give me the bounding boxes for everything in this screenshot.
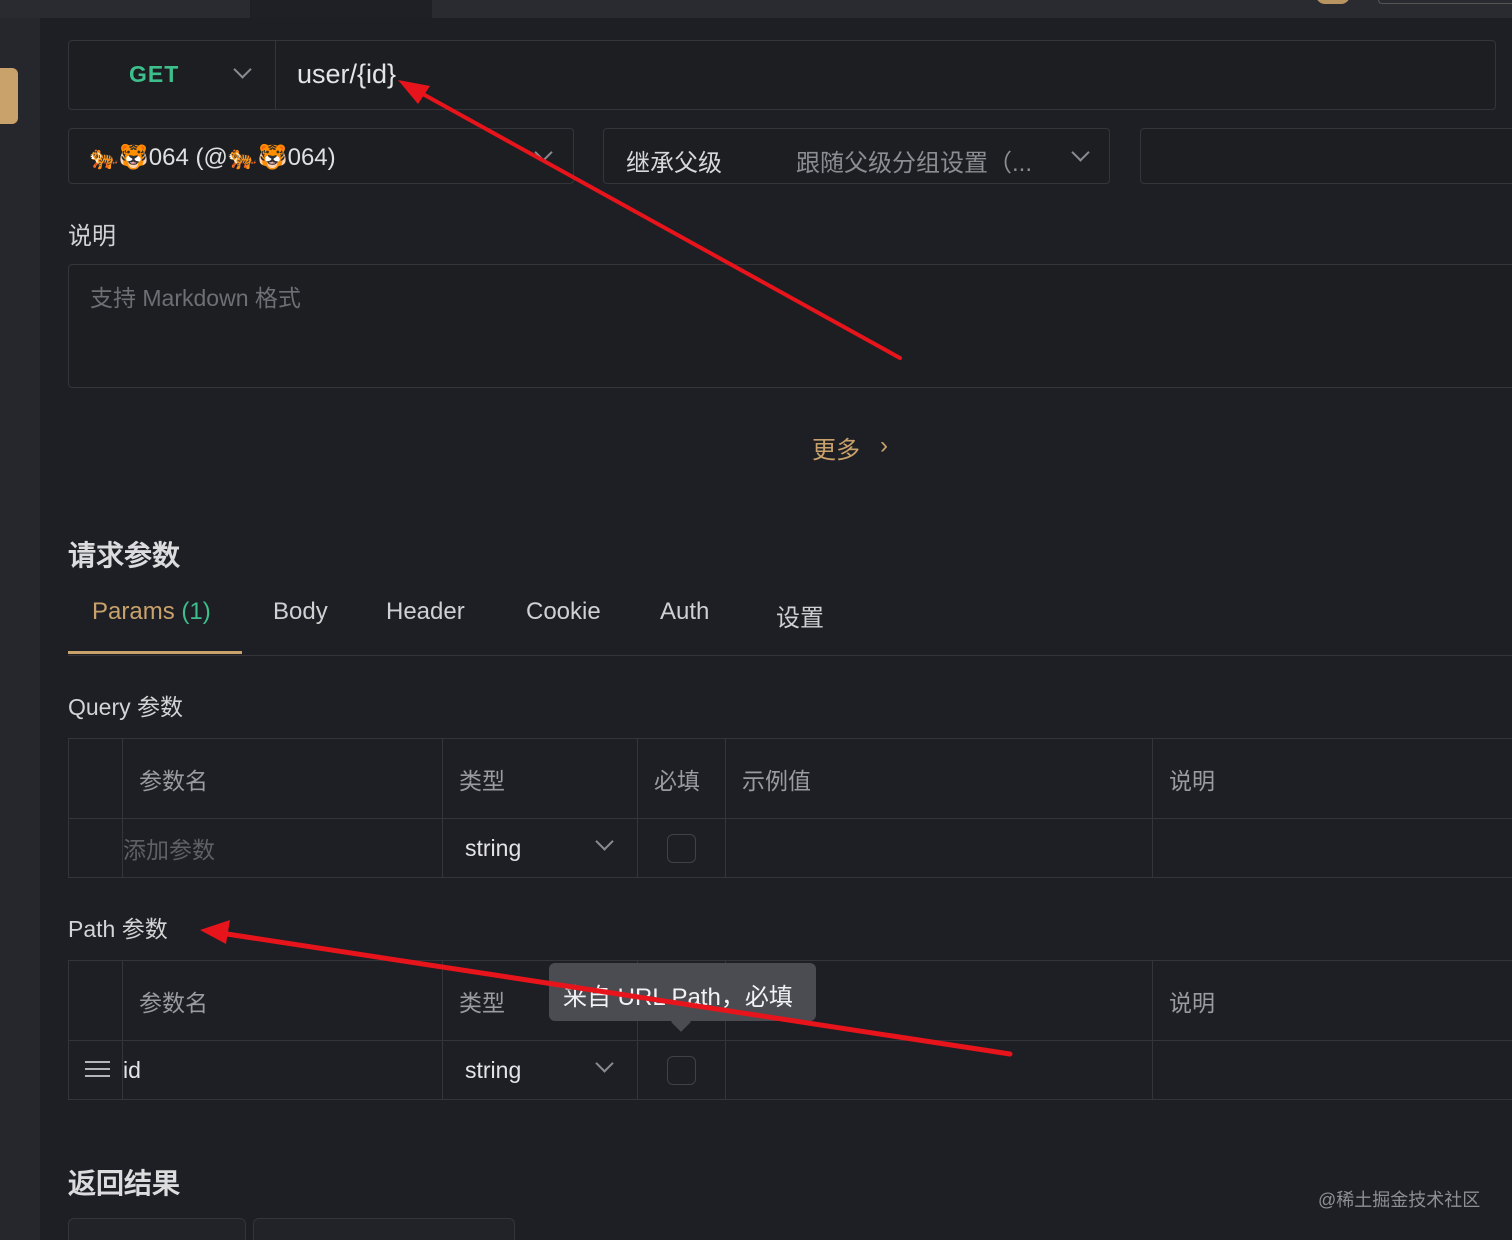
tooltip-text: 来自 URL Path，必填	[563, 984, 793, 1011]
response-tab[interactable]	[253, 1218, 515, 1240]
required-cell	[637, 818, 726, 878]
column-header-type: 类型	[442, 738, 638, 819]
chevron-down-icon[interactable]	[595, 1054, 614, 1073]
left-sidebar	[0, 18, 40, 1240]
required-cell	[637, 1040, 726, 1100]
description-input[interactable]	[1152, 818, 1512, 878]
tab-params[interactable]: Params (1)	[92, 598, 211, 626]
description-placeholder: 支持 Markdown 格式	[90, 285, 301, 311]
inherit-label: 继承父级	[626, 150, 722, 177]
tab-cookie[interactable]: Cookie	[526, 598, 601, 626]
tab-settings[interactable]: 设置	[776, 598, 824, 633]
table-row: 添加参数 string	[68, 818, 1512, 878]
owner-value: 🐅🐯064 (@🐅🐯064)	[89, 144, 336, 171]
param-type-select[interactable]: string	[442, 818, 638, 878]
tab-body[interactable]: Body	[273, 598, 328, 626]
table-header-row: 参数名 类型 必填 示例值 说明	[68, 738, 1512, 819]
tab-auth[interactable]: Auth	[660, 598, 709, 626]
request-params-title: 请求参数	[68, 540, 181, 571]
drag-cell	[68, 818, 123, 878]
path-params-title: Path 参数	[68, 916, 168, 942]
description-textarea[interactable]: 支持 Markdown 格式	[68, 264, 1512, 388]
chevron-down-icon[interactable]	[1071, 143, 1090, 162]
chevron-down-icon[interactable]	[534, 143, 553, 162]
drag-cell	[68, 1040, 123, 1100]
param-name-input[interactable]: 添加参数	[122, 818, 443, 878]
owner-select[interactable]: 🐅🐯064 (@🐅🐯064)	[68, 128, 574, 184]
table-row: id string	[68, 1040, 1512, 1100]
method-select[interactable]: GET	[129, 61, 179, 88]
example-input[interactable]	[725, 1040, 1153, 1100]
param-name-input[interactable]: id	[122, 1040, 443, 1100]
required-checkbox[interactable]	[667, 833, 696, 863]
column-header-required: 必填	[637, 738, 726, 819]
avatar[interactable]	[1316, 0, 1350, 4]
params-tabs: Params (1) Body Header Cookie Auth 设置	[68, 580, 1512, 656]
column-header-name: 参数名	[122, 738, 443, 819]
tab-header[interactable]: Header	[386, 598, 465, 626]
query-params-table: 参数名 类型 必填 示例值 说明 添加参数 string	[68, 738, 1512, 878]
column-header-name: 参数名	[122, 960, 443, 1041]
column-header-description: 说明	[1152, 960, 1512, 1041]
inherit-value: 跟随父级分组设置（...	[796, 150, 1033, 177]
url-input[interactable]: user/{id}	[297, 59, 396, 90]
column-header-example: 示例值	[725, 738, 1153, 819]
active-tab-indicator	[68, 651, 242, 654]
inherit-select[interactable]: 继承父级 跟随父级分组设置（...	[603, 128, 1110, 184]
description-input[interactable]	[1152, 1040, 1512, 1100]
description-label: 说明	[68, 223, 116, 250]
tab-params-label: Params	[92, 598, 175, 625]
top-tab-bar	[0, 0, 1512, 18]
top-field[interactable]	[1378, 0, 1512, 4]
required-checkbox[interactable]	[667, 1055, 696, 1085]
sidebar-active-marker	[0, 68, 18, 124]
drag-handle-icon[interactable]	[85, 1061, 110, 1079]
param-type-value: string	[465, 1056, 522, 1083]
tab-params-count: (1)	[181, 598, 211, 625]
column-header-description: 说明	[1152, 738, 1512, 819]
request-url-bar: GET user/{id}	[68, 40, 1496, 110]
example-input[interactable]	[725, 818, 1153, 878]
watermark: @稀土掘金技术社区	[1318, 1190, 1481, 1210]
query-params-title: Query 参数	[68, 694, 184, 720]
chevron-down-icon[interactable]	[595, 832, 614, 851]
param-type-select[interactable]: string	[442, 1040, 638, 1100]
chevron-down-icon[interactable]	[233, 60, 252, 79]
drag-column-header	[68, 738, 123, 819]
active-top-tab[interactable]	[250, 0, 432, 18]
extra-field[interactable]	[1140, 128, 1512, 184]
response-title: 返回结果	[68, 1168, 181, 1199]
divider	[275, 41, 276, 109]
param-type-value: string	[465, 834, 522, 861]
tooltip: 来自 URL Path，必填	[549, 963, 816, 1032]
more-button[interactable]: 更多	[812, 430, 860, 465]
response-tab[interactable]	[68, 1218, 246, 1240]
drag-column-header	[68, 960, 123, 1041]
chevron-right-icon[interactable]: ›	[880, 432, 888, 460]
